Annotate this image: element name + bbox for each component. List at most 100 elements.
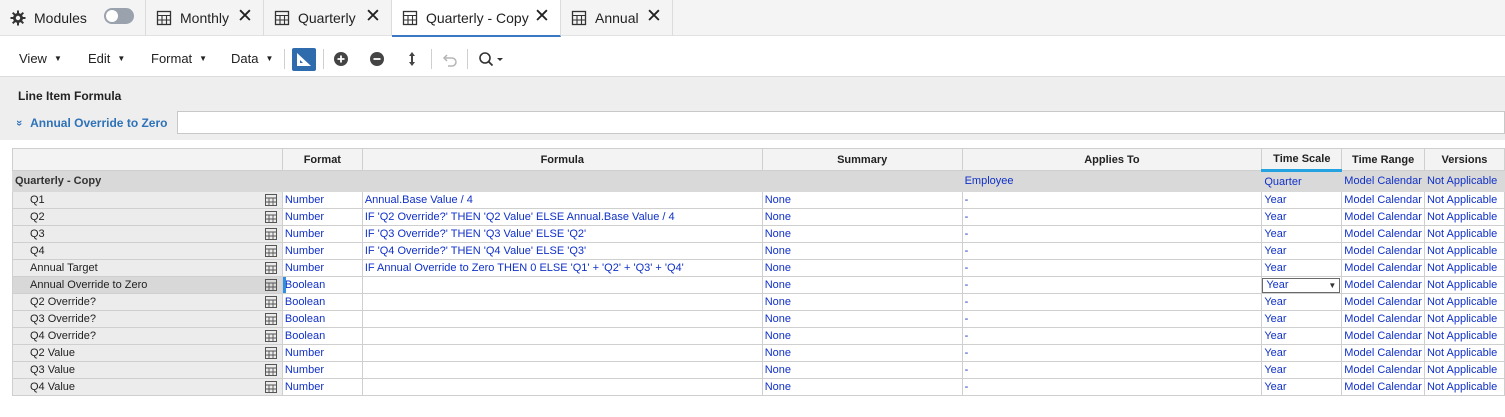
expand-chevron-icon[interactable]: » bbox=[13, 120, 25, 126]
line-item-name[interactable]: Q4 bbox=[12, 242, 283, 260]
format-cell[interactable]: Number bbox=[281, 242, 363, 260]
tab-annual[interactable]: Annual ✕ bbox=[561, 0, 673, 36]
versions-cell[interactable]: Not Applicable bbox=[1423, 293, 1505, 311]
format-cell[interactable]: Boolean bbox=[281, 310, 363, 328]
time-range-cell[interactable]: Model Calendar bbox=[1341, 310, 1425, 328]
data-menu[interactable]: Data ▼ bbox=[231, 51, 273, 66]
table-row[interactable]: Q2 Number IF 'Q2 Override?' THEN 'Q2 Value… bbox=[12, 208, 1505, 226]
line-item-name[interactable]: Q4 Override? bbox=[12, 327, 283, 345]
versions-cell[interactable]: Not Applicable bbox=[1423, 276, 1505, 294]
time-range-cell[interactable]: Model Calendar bbox=[1341, 344, 1425, 362]
formula-line-item[interactable]: » Annual Override to Zero bbox=[13, 116, 167, 130]
format-cell[interactable]: Number bbox=[281, 361, 363, 379]
table-row[interactable]: Annual Override to Zero Boolean None - Year ▼… bbox=[12, 276, 1505, 294]
formula-cell[interactable]: IF Annual Override to Zero THEN 0 ELSE '… bbox=[361, 259, 763, 277]
grid-icon[interactable] bbox=[264, 262, 277, 274]
applies-to-cell[interactable]: - bbox=[961, 225, 1263, 243]
formula-cell[interactable] bbox=[361, 276, 763, 294]
grid-icon[interactable] bbox=[264, 194, 277, 206]
view-menu[interactable]: View ▼ bbox=[19, 51, 62, 66]
tab-monthly[interactable]: Monthly ✕ bbox=[146, 0, 264, 36]
column-header-format[interactable]: Format bbox=[281, 148, 363, 171]
format-cell[interactable]: Number bbox=[281, 378, 363, 396]
time-scale-cell[interactable]: Year bbox=[1261, 208, 1343, 226]
format-cell[interactable]: Number bbox=[281, 259, 363, 277]
line-item-name[interactable]: Q3 Value bbox=[12, 361, 283, 379]
table-row[interactable]: Q1 Number Annual.Base Value / 4 None - Year Mo… bbox=[12, 191, 1505, 209]
formula-cell[interactable]: IF 'Q2 Override?' THEN 'Q2 Value' ELSE A… bbox=[361, 208, 763, 226]
versions-cell[interactable]: Not Applicable bbox=[1423, 327, 1505, 345]
close-icon[interactable]: ✕ bbox=[237, 7, 253, 26]
time-scale-cell[interactable]: Year bbox=[1261, 242, 1343, 260]
formula-cell[interactable] bbox=[361, 344, 763, 362]
applies-to-cell[interactable]: - bbox=[961, 242, 1263, 260]
time-scale-cell[interactable]: Year bbox=[1261, 310, 1343, 328]
time-range-cell[interactable]: Model Calendar bbox=[1341, 327, 1425, 345]
format-cell[interactable]: Number bbox=[281, 225, 363, 243]
table-row[interactable]: Q4 Override? Boolean None - Year Model Calend… bbox=[12, 327, 1505, 345]
grid-icon[interactable] bbox=[264, 296, 277, 308]
grid-icon[interactable] bbox=[264, 211, 277, 223]
time-range-cell[interactable]: Model Calendar bbox=[1341, 242, 1425, 260]
time-scale-cell[interactable]: Year bbox=[1261, 191, 1343, 209]
move-button[interactable] bbox=[402, 49, 422, 69]
time-scale-cell[interactable]: Year ▼ bbox=[1261, 276, 1343, 294]
time-range-cell[interactable]: Model Calendar bbox=[1341, 293, 1425, 311]
close-icon[interactable]: ✕ bbox=[534, 7, 550, 26]
versions-cell[interactable]: Not Applicable bbox=[1423, 208, 1505, 226]
formula-cell[interactable] bbox=[361, 327, 763, 345]
tab-quarterly[interactable]: Quarterly ✕ bbox=[264, 0, 392, 36]
column-header-time-scale[interactable]: Time Scale bbox=[1261, 148, 1343, 172]
time-range-cell[interactable]: Model Calendar bbox=[1341, 191, 1425, 209]
formula-cell[interactable] bbox=[361, 361, 763, 379]
format-menu[interactable]: Format ▼ bbox=[151, 51, 207, 66]
tab-modules[interactable]: Modules bbox=[0, 0, 146, 36]
table-row[interactable]: Q2 Value Number None - Year Model Calendar Not… bbox=[12, 344, 1505, 362]
formula-cell[interactable]: IF 'Q3 Override?' THEN 'Q3 Value' ELSE '… bbox=[361, 225, 763, 243]
line-item-name[interactable]: Q3 bbox=[12, 225, 283, 243]
time-scale-cell[interactable]: Year bbox=[1261, 378, 1343, 396]
close-icon[interactable]: ✕ bbox=[365, 7, 381, 26]
summary-cell[interactable]: None bbox=[761, 242, 963, 260]
versions-cell[interactable]: Not Applicable bbox=[1423, 361, 1505, 379]
line-item-name[interactable]: Annual Override to Zero bbox=[12, 276, 283, 294]
line-item-name[interactable]: Q1 bbox=[12, 191, 283, 209]
grid-icon[interactable] bbox=[264, 381, 277, 393]
add-button[interactable] bbox=[331, 49, 351, 69]
applies-to-cell[interactable]: - bbox=[961, 191, 1263, 209]
line-item-name[interactable]: Q2 bbox=[12, 208, 283, 226]
summary-cell[interactable]: None bbox=[761, 225, 963, 243]
column-header-formula[interactable]: Formula bbox=[361, 148, 763, 171]
summary-cell[interactable]: None bbox=[761, 378, 963, 396]
summary-cell[interactable]: None bbox=[761, 259, 963, 277]
applies-to-cell[interactable]: - bbox=[961, 310, 1263, 328]
column-header-time-range[interactable]: Time Range bbox=[1341, 148, 1425, 171]
versions-cell[interactable]: Not Applicable bbox=[1423, 242, 1505, 260]
group-applies-to[interactable]: Employee bbox=[961, 170, 1263, 192]
table-row[interactable]: Q4 Number IF 'Q4 Override?' THEN 'Q4 Value… bbox=[12, 242, 1505, 260]
line-item-name[interactable]: Q4 Value bbox=[12, 378, 283, 396]
format-cell[interactable]: Number bbox=[281, 191, 363, 209]
line-item-name[interactable]: Annual Target bbox=[12, 259, 283, 277]
tab-quarterly-copy[interactable]: Quarterly - Copy ✕ bbox=[392, 0, 561, 37]
grid-icon[interactable] bbox=[264, 347, 277, 359]
grid-icon[interactable] bbox=[264, 364, 277, 376]
summary-cell[interactable]: None bbox=[761, 276, 963, 294]
close-icon[interactable]: ✕ bbox=[646, 7, 662, 26]
time-scale-dropdown[interactable]: Year ▼ bbox=[1262, 277, 1341, 293]
remove-button[interactable] bbox=[367, 49, 387, 69]
grid-icon[interactable] bbox=[264, 279, 277, 291]
table-row[interactable]: Q4 Value Number None - Year Model Calendar Not… bbox=[12, 378, 1505, 396]
applies-to-cell[interactable]: - bbox=[961, 378, 1263, 396]
summary-cell[interactable]: None bbox=[761, 208, 963, 226]
time-scale-cell[interactable]: Year bbox=[1261, 344, 1343, 362]
formula-cell[interactable] bbox=[361, 310, 763, 328]
formula-cell[interactable] bbox=[361, 378, 763, 396]
summary-cell[interactable]: None bbox=[761, 344, 963, 362]
versions-cell[interactable]: Not Applicable bbox=[1423, 344, 1505, 362]
grid-icon[interactable] bbox=[264, 313, 277, 325]
time-scale-cell[interactable]: Year bbox=[1261, 259, 1343, 277]
applies-to-cell[interactable]: - bbox=[961, 259, 1263, 277]
time-scale-cell[interactable]: Year bbox=[1261, 361, 1343, 379]
format-cell[interactable]: Number bbox=[281, 344, 363, 362]
